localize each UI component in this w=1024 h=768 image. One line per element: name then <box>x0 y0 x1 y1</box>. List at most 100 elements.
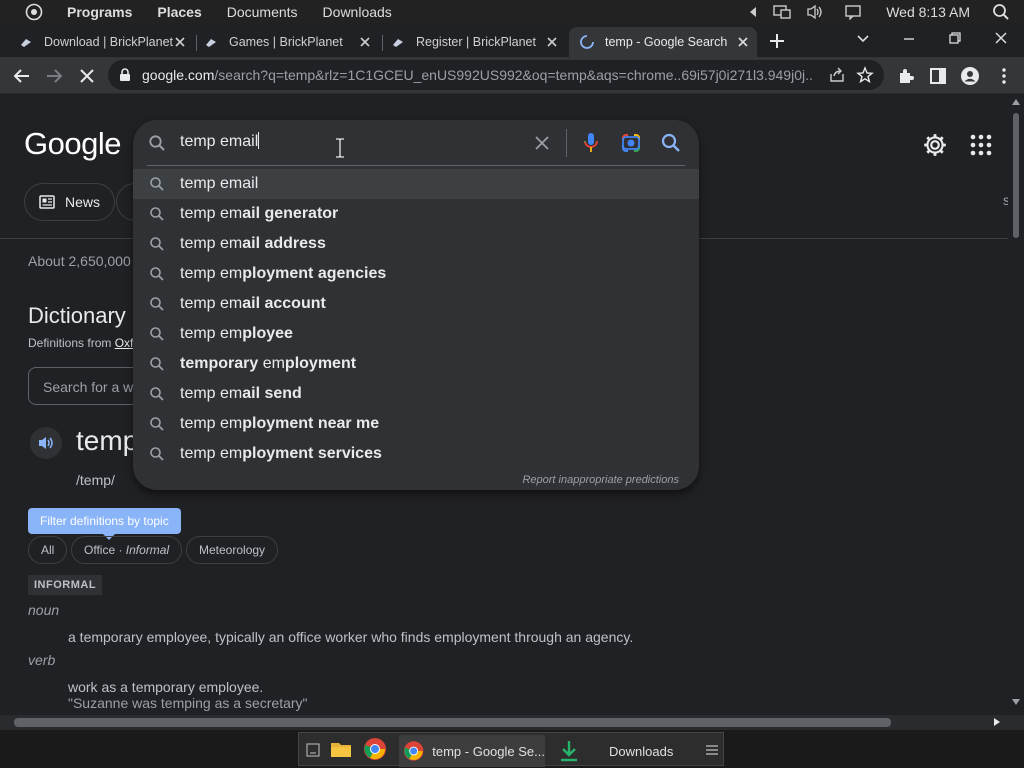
vertical-scrollbar[interactable] <box>1008 95 1024 715</box>
tab-games-brickplanet[interactable]: Games | BrickPlanet <box>203 27 379 57</box>
url-text[interactable]: google.com/search?q=temp&rlz=1C1GCEU_enU… <box>142 67 814 83</box>
close-window-icon[interactable] <box>991 28 1011 48</box>
suggestion-search-icon <box>150 207 164 221</box>
new-tab-plus-icon[interactable] <box>766 30 788 52</box>
forward-arrow-icon[interactable] <box>44 66 64 86</box>
share-icon[interactable] <box>828 66 846 84</box>
suggestion-completion: ployment near me <box>242 415 380 432</box>
download-arrow-icon <box>561 741 577 762</box>
suggestion-search-icon <box>150 357 164 371</box>
definition-verb: work as a temporary employee. <box>68 679 264 695</box>
suggestion-item[interactable]: temp employee <box>133 319 699 349</box>
back-arrow-icon[interactable] <box>12 66 32 86</box>
scroll-right-arrow-icon[interactable] <box>994 718 1000 726</box>
search-input[interactable]: temp email <box>180 132 260 151</box>
os-menu-places[interactable]: Places <box>157 4 201 20</box>
profile-avatar-icon[interactable] <box>960 66 980 86</box>
suggestion-item[interactable]: temp email account <box>133 289 699 319</box>
address-bar[interactable]: google.com/search?q=temp&rlz=1C1GCEU_enU… <box>108 60 884 90</box>
topic-chip-office-informal[interactable]: Office · Informal <box>71 536 183 564</box>
network-icon[interactable] <box>772 4 792 20</box>
suggestion-completion: ail generator <box>242 205 339 222</box>
speaker-icon <box>39 437 53 449</box>
settings-gear-icon[interactable] <box>922 132 948 158</box>
tab-close-icon[interactable] <box>357 34 373 50</box>
taskbar-menu-icon[interactable] <box>705 743 719 757</box>
suggestion-search-icon <box>150 177 164 191</box>
horizontal-scrollbar[interactable] <box>0 715 1008 730</box>
horizontal-scroll-thumb[interactable] <box>14 718 891 727</box>
os-clock[interactable]: Wed 8:13 AM <box>886 4 970 20</box>
suggestion-item[interactable]: temp employment services <box>133 439 699 469</box>
os-menu-documents[interactable]: Documents <box>227 4 298 20</box>
taskbar-downloads-window[interactable]: Downloads <box>551 735 697 767</box>
suggestion-typed-text: temp em <box>180 205 243 222</box>
report-predictions-link[interactable]: Report inappropriate predictions <box>522 474 679 486</box>
show-desktop-icon[interactable] <box>306 743 320 757</box>
topic-chip-meteorology[interactable]: Meteorology <box>186 536 279 564</box>
suggestion-item[interactable]: temp employment agencies <box>133 259 699 289</box>
file-manager-folder-icon[interactable] <box>329 737 353 761</box>
side-panel-icon[interactable] <box>928 66 948 86</box>
notification-icon[interactable] <box>844 4 862 20</box>
tab-label: Register | BrickPlanet <box>416 35 536 49</box>
suggestion-typed-text: temp em <box>180 235 243 252</box>
tab-search-chevron-down-icon[interactable] <box>853 28 873 48</box>
text-caret <box>258 132 260 149</box>
taskbar-chrome-window[interactable]: temp - Google Se... <box>399 735 545 767</box>
clear-search-icon[interactable] <box>533 134 551 152</box>
tab-separator <box>196 35 197 51</box>
brickplanet-favicon-icon <box>393 39 403 47</box>
tab-separator <box>382 35 383 51</box>
tab-close-icon[interactable] <box>544 34 560 50</box>
minimize-icon[interactable] <box>899 28 919 48</box>
scroll-down-arrow-icon[interactable] <box>1012 699 1020 705</box>
suggestion-search-icon <box>150 447 164 461</box>
volume-icon[interactable] <box>806 4 824 20</box>
google-apps-grid-icon[interactable] <box>970 134 992 156</box>
stop-loading-icon[interactable] <box>77 66 97 86</box>
chrome-icon <box>403 741 424 761</box>
os-menu-programs[interactable]: Programs <box>67 4 132 20</box>
tray-arrow-left-icon[interactable] <box>748 6 758 18</box>
definition-noun: a temporary employee, typically an offic… <box>68 629 634 645</box>
restore-icon[interactable] <box>945 28 965 48</box>
suggestion-typed-text: temp em <box>180 295 243 312</box>
text-ibeam-cursor-icon <box>336 138 344 158</box>
search-submit-icon[interactable] <box>660 132 682 154</box>
oxford-languages-link[interactable]: Oxf <box>115 336 134 350</box>
filter-definitions-tooltip[interactable]: Filter definitions by topic <box>28 508 181 540</box>
chrome-launcher-icon[interactable] <box>363 737 387 761</box>
suggestion-item[interactable]: temp email address <box>133 229 699 259</box>
suggestion-item[interactable]: temp email send <box>133 379 699 409</box>
google-lens-icon[interactable] <box>620 132 642 154</box>
suggestion-item[interactable]: temp employment near me <box>133 409 699 439</box>
extensions-puzzle-icon[interactable] <box>896 66 916 86</box>
tab-close-icon[interactable] <box>172 34 188 50</box>
suggestion-item[interactable]: temp email generator <box>133 199 699 229</box>
suggestion-item[interactable]: temporary employment <box>133 349 699 379</box>
suggestion-search-icon <box>150 327 164 341</box>
tab-temp-google-search[interactable]: temp - Google Search <box>569 27 757 57</box>
lock-icon[interactable] <box>118 68 132 82</box>
bookmark-star-icon[interactable] <box>856 66 874 84</box>
os-search-icon[interactable] <box>992 3 1010 21</box>
pronunciation-speaker-button[interactable] <box>30 427 62 459</box>
os-menu-downloads[interactable]: Downloads <box>323 4 392 20</box>
topic-chip-all[interactable]: All <box>28 536 68 564</box>
url-path: /search?q=temp&rlz=1C1GCEU_enUS992US992&… <box>214 67 814 83</box>
suggestion-completion: ployment services <box>242 445 382 462</box>
google-logo[interactable]: Google <box>24 126 121 162</box>
tab-register-brickplanet[interactable]: Register | BrickPlanet <box>390 27 566 57</box>
browser-toolbar: google.com/search?q=temp&rlz=1C1GCEU_enU… <box>0 57 1024 94</box>
os-menu-logo-icon[interactable] <box>25 3 43 21</box>
browser-menu-kebab-icon[interactable] <box>994 66 1014 86</box>
vertical-scroll-thumb[interactable] <box>1013 113 1019 238</box>
scroll-up-arrow-icon[interactable] <box>1012 99 1020 105</box>
os-menu: Programs Places Documents Downloads <box>67 4 417 20</box>
news-filter-chip[interactable]: News <box>24 183 116 221</box>
suggestion-item[interactable]: temp email <box>133 169 699 199</box>
tab-close-icon[interactable] <box>735 34 751 50</box>
tab-download-brickplanet[interactable]: Download | BrickPlanet <box>18 27 194 57</box>
voice-search-mic-icon[interactable] <box>582 132 600 154</box>
